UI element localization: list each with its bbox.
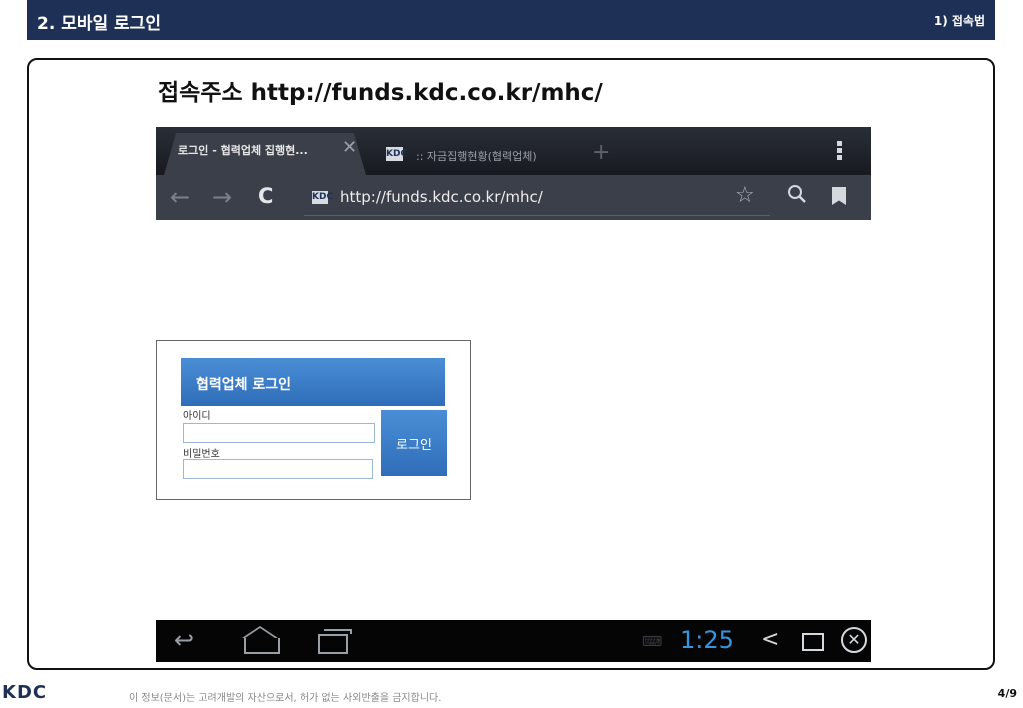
login-button[interactable]: 로그인 (381, 410, 447, 476)
url-underline (304, 215, 770, 216)
browser-address-bar: ← → C KDC http://funds.kdc.co.kr/mhc/ ☆ (156, 175, 871, 220)
star-icon[interactable]: ☆ (735, 183, 755, 208)
window-icon[interactable] (802, 633, 824, 651)
password-input[interactable] (183, 459, 373, 479)
page-title: 2. 모바일 로그인 (37, 14, 161, 34)
tab-close-icon[interactable]: ✕ (342, 137, 357, 158)
bookmark-icon[interactable] (832, 187, 846, 205)
login-header: 협력업체 로그인 (181, 358, 445, 406)
web-viewport: 협력업체 로그인 아이디 비밀번호 로그인 (156, 220, 871, 620)
home-icon-inner (245, 628, 275, 638)
kdc-favicon-icon: KDC (312, 191, 334, 204)
tab-login-label: 로그인 - 협력업체 집행현... (178, 144, 308, 157)
search-icon[interactable] (786, 183, 808, 205)
arrow-left-icon[interactable]: ← (170, 183, 190, 211)
confidentiality-note: 이 정보(문서)는 고려개발의 자산으로서, 허가 없는 사외반출을 금지합니다… (129, 693, 442, 704)
id-input[interactable] (183, 423, 375, 443)
back-icon[interactable]: ↩ (174, 626, 194, 654)
recent-apps-icon[interactable] (318, 634, 348, 654)
login-title: 협력업체 로그인 (196, 377, 292, 393)
id-label: 아이디 (183, 411, 211, 422)
section-label: 1) 접속법 (933, 14, 985, 28)
android-system-bar: ↩ ⌨ 1:25 < ✕ (156, 620, 871, 662)
kdc-favicon-icon: KDC (386, 147, 408, 161)
header-bar: 2. 모바일 로그인 1) 접속법 (27, 0, 995, 40)
reload-icon[interactable]: C (258, 184, 273, 208)
home-icon-base[interactable] (244, 638, 280, 654)
url-heading: 접속주소 http://funds.kdc.co.kr/mhc/ (158, 80, 603, 106)
keyboard-icon: ⌨ (642, 634, 663, 650)
kdc-logo: KDC (2, 682, 48, 703)
url-input[interactable]: http://funds.kdc.co.kr/mhc/ (340, 188, 543, 206)
close-circle-icon[interactable]: ✕ (841, 627, 867, 653)
share-icon[interactable]: < (761, 627, 779, 652)
page-number: 4/9 (997, 687, 1017, 700)
browser-tab-bar: 로그인 - 협력업체 집행현... ✕ KDC :: 자금집행현황(협력업체) … (156, 127, 871, 175)
new-tab-icon[interactable]: + (592, 140, 610, 165)
tablet-screenshot: 로그인 - 협력업체 집행현... ✕ KDC :: 자금집행현황(협력업체) … (156, 127, 871, 662)
login-panel: 협력업체 로그인 아이디 비밀번호 로그인 (156, 340, 471, 500)
overflow-menu-icon[interactable] (837, 141, 842, 161)
tab-funds-status[interactable]: :: 자금집행현황(협력업체) (416, 148, 537, 164)
password-label: 비밀번호 (183, 449, 220, 460)
arrow-right-icon[interactable]: → (212, 183, 232, 211)
clock: 1:25 (680, 626, 734, 654)
